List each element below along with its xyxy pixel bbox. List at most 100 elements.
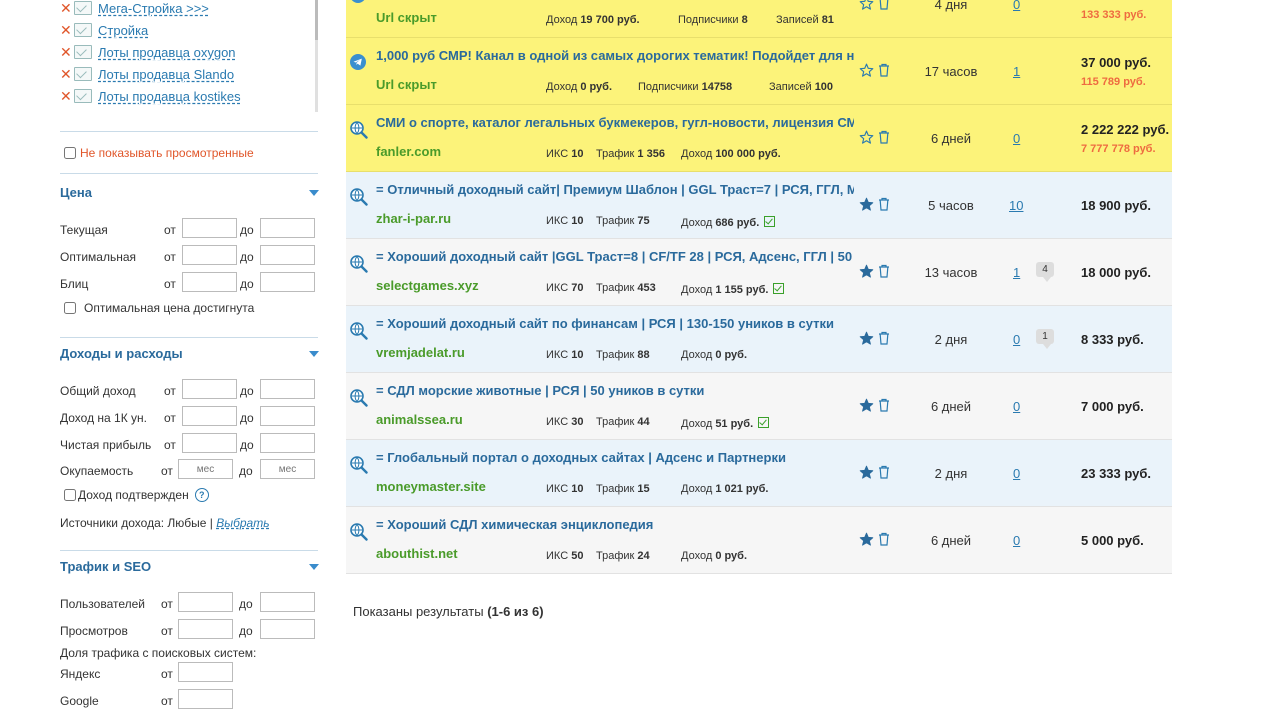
to-input[interactable] (260, 245, 315, 265)
listing-row[interactable]: 1,000 руб СМР! Канал в одной из самых до… (346, 38, 1172, 105)
to-input[interactable] (260, 619, 315, 639)
to-input[interactable] (260, 592, 315, 612)
from-input[interactable] (182, 379, 237, 399)
choose-sources-link[interactable]: Выбрать (216, 516, 269, 530)
listing-title-link[interactable]: = Хороший СДЛ химическая энциклопедия (376, 517, 854, 532)
chevron-down-icon[interactable] (309, 351, 319, 357)
comments-badge[interactable]: 1 (1036, 329, 1054, 349)
optimal-reached-option[interactable]: Оптимальная цена достигнута (60, 301, 254, 315)
payback-from-input[interactable] (178, 459, 233, 479)
traffic-section-title[interactable]: Трафик и SEO (60, 559, 151, 574)
hide-viewed-option[interactable]: Не показывать просмотренные (60, 146, 254, 160)
listing-title-link[interactable]: 1,000 руб СМР! Канал в одной из самых до… (376, 48, 854, 63)
listing-title-link[interactable]: = Хороший доходный сайт по финансам | РС… (376, 316, 854, 331)
listing-domain-link[interactable]: Url скрыт (376, 77, 437, 92)
delete-icon[interactable]: ✕ (60, 44, 72, 61)
saved-list-scrollbar[interactable] (315, 0, 318, 112)
price-section-title[interactable]: Цена (60, 185, 92, 200)
listing-domain-link[interactable]: Url скрыт (376, 10, 437, 25)
hide-viewed-checkbox[interactable] (64, 147, 76, 159)
trash-icon[interactable] (878, 532, 890, 546)
listing-title-link[interactable]: СМИ о спорте, каталог легальных букмекер… (376, 115, 854, 130)
favorite-star-icon[interactable] (859, 331, 874, 346)
income-confirmed-option[interactable]: Доход подтвержден ? (60, 488, 209, 502)
listing-title-link[interactable]: = Отличный доходный сайт| Премиум Шаблон… (376, 182, 854, 197)
delete-icon[interactable]: ✕ (60, 22, 72, 39)
saved-search-link[interactable]: Стройка (98, 23, 148, 38)
delete-icon[interactable]: ✕ (60, 0, 72, 17)
listing-row[interactable]: = Хороший СДЛ химическая энциклопедия abo… (346, 507, 1172, 574)
trash-icon[interactable] (878, 465, 890, 479)
listing-row[interactable]: Url скрыт Доход 19 700 руб. Подписчики 8 За… (346, 0, 1172, 38)
from-input[interactable] (178, 662, 233, 682)
favorite-star-icon[interactable] (859, 532, 874, 547)
listing-title-link[interactable]: = Хороший доходный сайт |GGL Траст=8 | C… (376, 249, 854, 264)
listing-title-link[interactable]: = Глобальный портал о доходных сайтах | … (376, 450, 854, 465)
chevron-down-icon[interactable] (309, 564, 319, 570)
listing-domain-link[interactable]: zhar-i-par.ru (376, 211, 451, 226)
bids-count-link[interactable]: 0 (1013, 0, 1020, 12)
from-input[interactable] (182, 272, 237, 292)
to-input[interactable] (260, 433, 315, 453)
trash-icon[interactable] (878, 0, 890, 10)
saved-search-link[interactable]: Лоты продавца oxygon (98, 45, 236, 60)
trash-icon[interactable] (878, 197, 890, 211)
chevron-down-icon[interactable] (309, 190, 319, 196)
favorite-star-icon[interactable] (859, 0, 874, 11)
scrollbar-thumb[interactable] (315, 0, 318, 40)
listing-row[interactable]: = Глобальный портал о доходных сайтах | … (346, 440, 1172, 507)
delete-icon[interactable]: ✕ (60, 66, 72, 83)
payback-to-input[interactable] (260, 459, 315, 479)
favorite-star-icon[interactable] (859, 197, 874, 212)
bids-count-link[interactable]: 1 (1013, 64, 1020, 79)
bids-count-link[interactable]: 10 (1009, 198, 1023, 213)
bids-count-link[interactable]: 1 (1013, 265, 1020, 280)
listing-row[interactable]: = Хороший доходный сайт |GGL Траст=8 | C… (346, 239, 1172, 306)
trash-icon[interactable] (878, 331, 890, 345)
trash-icon[interactable] (878, 264, 890, 278)
comments-badge[interactable]: 4 (1036, 262, 1054, 282)
favorite-star-icon[interactable] (859, 264, 874, 279)
from-input[interactable] (182, 433, 237, 453)
bids-count-link[interactable]: 0 (1013, 399, 1020, 414)
from-input[interactable] (178, 689, 233, 709)
bids-count-link[interactable]: 0 (1013, 466, 1020, 481)
trash-icon[interactable] (878, 63, 890, 77)
listing-row[interactable]: = СДЛ морские животные | РСЯ | 50 уников… (346, 373, 1172, 440)
saved-search-link[interactable]: Лоты продавца Slando (98, 67, 234, 82)
help-icon[interactable]: ? (194, 488, 209, 502)
listing-title-link[interactable]: = СДЛ морские животные | РСЯ | 50 уников… (376, 383, 854, 398)
delete-icon[interactable]: ✕ (60, 88, 72, 105)
bids-count-link[interactable]: 0 (1013, 332, 1020, 347)
from-input[interactable] (182, 245, 237, 265)
listing-row[interactable]: СМИ о спорте, каталог легальных букмекер… (346, 105, 1172, 172)
listing-domain-link[interactable]: abouthist.net (376, 546, 458, 561)
listing-row[interactable]: = Отличный доходный сайт| Премиум Шаблон… (346, 172, 1172, 239)
optimal-reached-checkbox[interactable] (64, 302, 76, 314)
listing-row[interactable]: = Хороший доходный сайт по финансам | РС… (346, 306, 1172, 373)
listing-domain-link[interactable]: moneymaster.site (376, 479, 486, 494)
favorite-star-icon[interactable] (859, 63, 874, 78)
favorite-star-icon[interactable] (859, 130, 874, 145)
trash-icon[interactable] (878, 130, 890, 144)
saved-search-link[interactable]: Мега-Стройка >>> (98, 1, 209, 16)
to-input[interactable] (260, 218, 315, 238)
listing-domain-link[interactable]: fanler.com (376, 144, 441, 159)
listing-domain-link[interactable]: vremjadelat.ru (376, 345, 465, 360)
from-input[interactable] (178, 619, 233, 639)
from-input[interactable] (182, 406, 237, 426)
income-section-title[interactable]: Доходы и расходы (60, 346, 183, 361)
saved-search-link[interactable]: Лоты продавца kostikes (98, 89, 241, 104)
bids-count-link[interactable]: 0 (1013, 533, 1020, 548)
favorite-star-icon[interactable] (859, 465, 874, 480)
from-input[interactable] (178, 592, 233, 612)
trash-icon[interactable] (878, 398, 890, 412)
listing-domain-link[interactable]: animalssea.ru (376, 412, 463, 427)
to-input[interactable] (260, 272, 315, 292)
favorite-star-icon[interactable] (859, 398, 874, 413)
to-input[interactable] (260, 406, 315, 426)
to-input[interactable] (260, 379, 315, 399)
income-confirmed-checkbox[interactable] (64, 489, 76, 501)
bids-count-link[interactable]: 0 (1013, 131, 1020, 146)
listing-domain-link[interactable]: selectgames.xyz (376, 278, 479, 293)
